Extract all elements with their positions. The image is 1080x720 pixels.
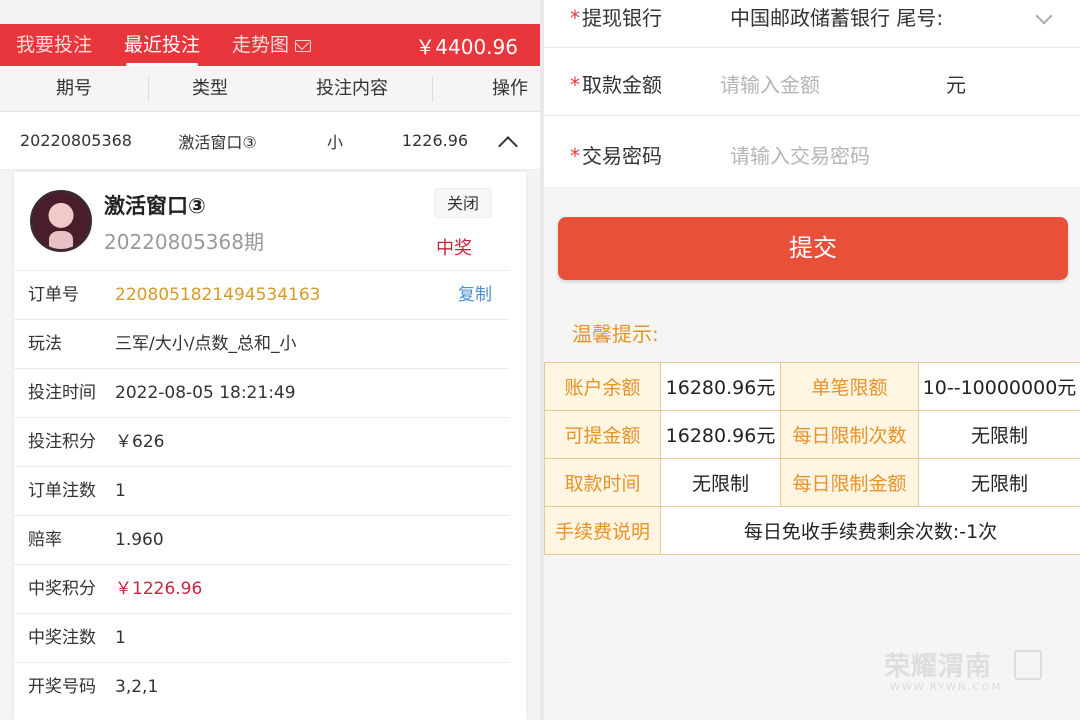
row-label: 中奖注数 <box>28 628 96 648</box>
withdraw-info-table: 账户余额 16280.96元 单笔限额 10--10000000元 可提金额 1… <box>544 362 1080 555</box>
row-value: 1 <box>115 628 126 648</box>
detail-row-draw-numbers: 开奖号码 3,2,1 <box>14 662 510 711</box>
detail-title: 激活窗口③ <box>104 194 206 218</box>
cell-fee-note: 每日免收手续费剩余次数:-1次 <box>660 506 1080 555</box>
password-row: * 交易密码 请输入交易密码 <box>544 116 1080 188</box>
avatar <box>30 190 92 252</box>
bet-history-panel: 我要投注 最近投注 走势图 ￥4400.96 期号 类型 投注内容 操作 202… <box>0 0 540 720</box>
row-label: 投注积分 <box>28 432 96 452</box>
cell-daily-amount-label: 每日限制金额 <box>780 458 919 507</box>
cell-daily-amount: 无限制 <box>918 458 1080 507</box>
table-header: 期号 类型 投注内容 操作 <box>0 66 540 112</box>
detail-row-bet-time: 投注时间 2022-08-05 18:21:49 <box>14 368 510 417</box>
row-label: 开奖号码 <box>28 677 96 697</box>
bank-label-text: 提现银行 <box>582 6 662 30</box>
amount-input[interactable]: 请输入金额 <box>720 69 820 98</box>
row-label: 赔率 <box>28 530 62 550</box>
detail-row-win-points: 中奖积分 ￥1226.96 <box>14 564 510 613</box>
row-value: 3,2,1 <box>115 677 159 697</box>
row-label: 订单号 <box>28 285 79 305</box>
required-mark: * <box>570 6 580 30</box>
row-value: ￥1226.96 <box>115 579 203 599</box>
row-value: 1.960 <box>115 530 164 550</box>
status-badge: 中奖 <box>436 238 472 259</box>
row-value: 1 <box>115 481 126 501</box>
copy-button[interactable]: 复制 <box>458 271 492 320</box>
detail-row-win-count: 中奖注数 1 <box>14 613 510 662</box>
withdraw-panel: * 提现银行 中国邮政储蓄银行 尾号: * 取款金额 请输入金额 元 * 交易密码 请… <box>544 0 1080 720</box>
chevron-down-icon[interactable] <box>1036 10 1052 26</box>
table-row: 可提金额 16280.96元 每日限制次数 无限制 <box>544 410 1080 459</box>
bank-row[interactable]: * 提现银行 中国邮政储蓄银行 尾号: <box>544 0 1080 48</box>
row-label: 中奖积分 <box>28 579 96 599</box>
watermark-icon <box>1014 650 1042 680</box>
required-mark: * <box>570 144 580 168</box>
top-nav: 我要投注 最近投注 走势图 ￥4400.96 <box>0 24 540 66</box>
cell-single-limit: 10--10000000元 <box>918 362 1080 411</box>
bet-detail-card: 激活窗口③ 20220805368期 关闭 中奖 订单号 22080518214… <box>14 172 526 720</box>
tips-title: 温馨提示: <box>572 322 659 346</box>
row-label: 投注时间 <box>28 383 96 403</box>
withdraw-form: * 提现银行 中国邮政储蓄银行 尾号: * 取款金额 请输入金额 元 * 交易密码 请… <box>544 0 1080 188</box>
tab-trend-chart[interactable]: 走势图 <box>216 24 327 66</box>
cell-account-balance-label: 账户余额 <box>544 362 661 411</box>
cell-withdrawable: 16280.96元 <box>660 410 781 459</box>
chevron-up-icon[interactable] <box>497 131 517 151</box>
row-value: 2022-08-05 18:21:49 <box>115 383 296 403</box>
summary-content: 小 <box>326 132 343 152</box>
cell-daily-times-label: 每日限制次数 <box>780 410 919 459</box>
summary-type: 激活窗口③ <box>178 132 257 152</box>
balance-display: ￥4400.96 <box>415 34 518 59</box>
header-action: 操作 <box>432 66 540 112</box>
row-value: ￥626 <box>115 432 165 452</box>
row-label: 订单注数 <box>28 481 96 501</box>
cell-single-limit-label: 单笔限额 <box>780 362 919 411</box>
bet-summary-row[interactable]: 20220805368 激活窗口③ 小 1226.96 <box>0 112 540 170</box>
header-issue: 期号 <box>56 77 92 99</box>
amount-row: * 取款金额 请输入金额 元 <box>544 48 1080 116</box>
status-strip <box>0 0 540 24</box>
close-button[interactable]: 关闭 <box>434 188 492 218</box>
bank-select-value[interactable]: 中国邮政储蓄银行 尾号: <box>730 2 943 31</box>
row-label: 玩法 <box>28 334 62 354</box>
envelope-icon <box>295 40 312 52</box>
detail-row-bet-points: 投注积分 ￥626 <box>14 417 510 466</box>
watermark-logo: 荣耀渭南 <box>884 652 993 682</box>
header-content: 投注内容 <box>316 77 388 99</box>
table-row: 取款时间 无限制 每日限制金额 无限制 <box>544 458 1080 507</box>
detail-row-order-count: 订单注数 1 <box>14 466 510 515</box>
table-row: 账户余额 16280.96元 单笔限额 10--10000000元 <box>544 362 1080 411</box>
detail-header: 激活窗口③ 20220805368期 关闭 中奖 <box>14 172 526 270</box>
password-input[interactable]: 请输入交易密码 <box>730 140 870 169</box>
amount-label-text: 取款金额 <box>582 73 662 97</box>
row-value: 三军/大小/点数_总和_小 <box>115 334 297 354</box>
detail-row-play: 玩法 三军/大小/点数_总和_小 <box>14 319 510 368</box>
password-label-text: 交易密码 <box>582 144 662 168</box>
table-row: 手续费说明 每日免收手续费剩余次数:-1次 <box>544 506 1080 555</box>
cell-daily-times: 无限制 <box>918 410 1080 459</box>
bank-label: * 提现银行 <box>570 2 662 31</box>
tab-place-bet[interactable]: 我要投注 <box>0 24 108 66</box>
summary-amount: 1226.96 <box>401 131 469 150</box>
cell-fee-label: 手续费说明 <box>544 506 661 555</box>
submit-button[interactable]: 提交 <box>558 217 1068 280</box>
detail-issue: 20220805368期 <box>104 230 264 254</box>
amount-unit: 元 <box>946 73 966 97</box>
order-number: 2208051821494534163 <box>115 285 321 305</box>
password-label: * 交易密码 <box>570 140 662 169</box>
cell-account-balance: 16280.96元 <box>660 362 781 411</box>
header-type: 类型 <box>148 66 272 112</box>
summary-issue: 20220805368 <box>20 131 132 150</box>
detail-rows: 订单号 2208051821494534163 复制 玩法 三军/大小/点数_总… <box>14 270 526 711</box>
cell-withdrawable-label: 可提金额 <box>544 410 661 459</box>
cell-withdraw-time: 无限制 <box>660 458 781 507</box>
detail-row-order-no: 订单号 2208051821494534163 复制 <box>14 270 510 319</box>
cell-withdraw-time-label: 取款时间 <box>544 458 661 507</box>
watermark-url: WWW.RYWN.COM <box>890 682 1003 693</box>
tab-recent-bets[interactable]: 最近投注 <box>108 24 216 66</box>
detail-row-odds: 赔率 1.960 <box>14 515 510 564</box>
amount-label: * 取款金额 <box>570 69 662 98</box>
tab-trend-label: 走势图 <box>232 34 290 56</box>
required-mark: * <box>570 73 580 97</box>
